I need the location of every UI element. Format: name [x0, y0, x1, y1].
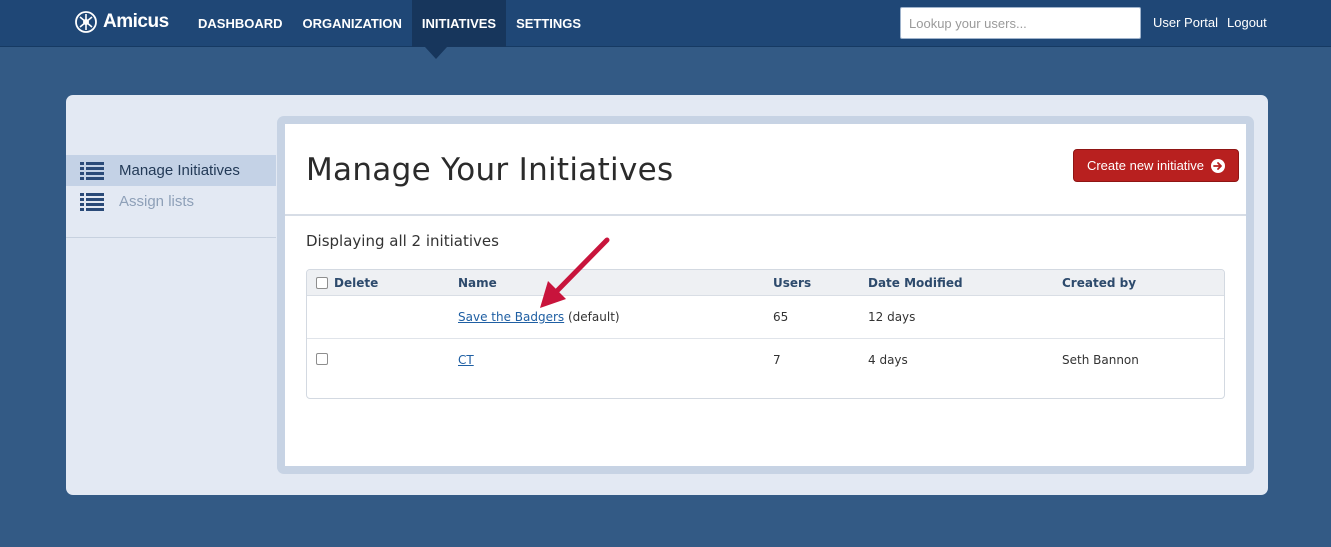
nav-organization[interactable]: ORGANIZATION: [293, 0, 412, 47]
app-name: Amicus: [103, 11, 169, 32]
initiative-name-cell: Save the Badgers (default): [458, 296, 620, 339]
sidebar-item-assign-lists[interactable]: Assign lists: [66, 186, 276, 217]
column-header-name[interactable]: Name: [458, 270, 497, 296]
date-modified-cell: 12 days: [868, 310, 916, 324]
page-title: Manage Your Initiatives: [306, 152, 674, 188]
column-header-created-by[interactable]: Created by: [1062, 270, 1136, 296]
table-header: Delete Name Users Date Modified Created …: [307, 270, 1224, 296]
active-nav-pointer: [425, 47, 447, 59]
default-tag: (default): [568, 310, 620, 324]
table-row: CT 7 4 days Seth Bannon: [307, 339, 1224, 382]
sidebar-divider: [66, 237, 276, 238]
nav-initiatives[interactable]: INITIATIVES: [411, 0, 507, 47]
user-search-input[interactable]: [900, 7, 1141, 39]
sidebar-item-manage-initiatives[interactable]: Manage Initiatives: [66, 155, 276, 186]
initiative-name-cell: CT: [458, 339, 474, 382]
column-header-delete: Delete: [334, 276, 379, 290]
column-header-date-modified[interactable]: Date Modified: [868, 270, 963, 296]
sidebar-item-label: Manage Initiatives: [119, 162, 240, 179]
list-icon: [80, 192, 104, 211]
create-initiative-button[interactable]: Create new initiative: [1073, 149, 1239, 182]
sidebar-item-label: Assign lists: [119, 193, 195, 210]
initiatives-table: Delete Name Users Date Modified Created …: [306, 269, 1225, 399]
user-portal-link[interactable]: User Portal: [1153, 0, 1218, 46]
sidebar: Manage Initiatives Assign lists: [66, 155, 276, 217]
app-logo[interactable]: Amicus: [75, 9, 169, 35]
select-all-checkbox[interactable]: [316, 277, 328, 289]
column-header-users[interactable]: Users: [773, 270, 811, 296]
content-frame: Manage Your Initiatives Create new initi…: [277, 116, 1254, 474]
nav-dashboard[interactable]: DASHBOARD: [188, 0, 293, 47]
initiative-link[interactable]: Save the Badgers: [458, 310, 564, 324]
table-row: Save the Badgers (default) 65 12 days: [307, 296, 1224, 339]
top-navbar: Amicus DASHBOARD ORGANIZATION INITIATIVE…: [0, 0, 1331, 47]
arrow-right-circle-icon: [1211, 158, 1226, 173]
nav-settings[interactable]: SETTINGS: [506, 0, 591, 47]
logout-link[interactable]: Logout: [1227, 0, 1267, 46]
header-divider: [285, 214, 1246, 216]
content-card: Manage Your Initiatives Create new initi…: [285, 124, 1246, 466]
results-count: Displaying all 2 initiatives: [306, 232, 499, 250]
main-panel: Manage Initiatives Assign lists Manage Y…: [66, 95, 1268, 495]
users-cell: 65: [773, 310, 789, 324]
date-modified-cell: 4 days: [868, 353, 908, 367]
main-nav: DASHBOARD ORGANIZATION INITIATIVES SETTI…: [188, 0, 591, 47]
list-icon: [80, 161, 104, 180]
users-cell: 7: [773, 353, 781, 367]
row-delete-checkbox[interactable]: [316, 353, 328, 365]
initiative-link[interactable]: CT: [458, 353, 474, 367]
create-initiative-label: Create new initiative: [1086, 158, 1205, 173]
created-by-cell: Seth Bannon: [1062, 353, 1139, 367]
amicus-logo-icon: [75, 11, 97, 33]
